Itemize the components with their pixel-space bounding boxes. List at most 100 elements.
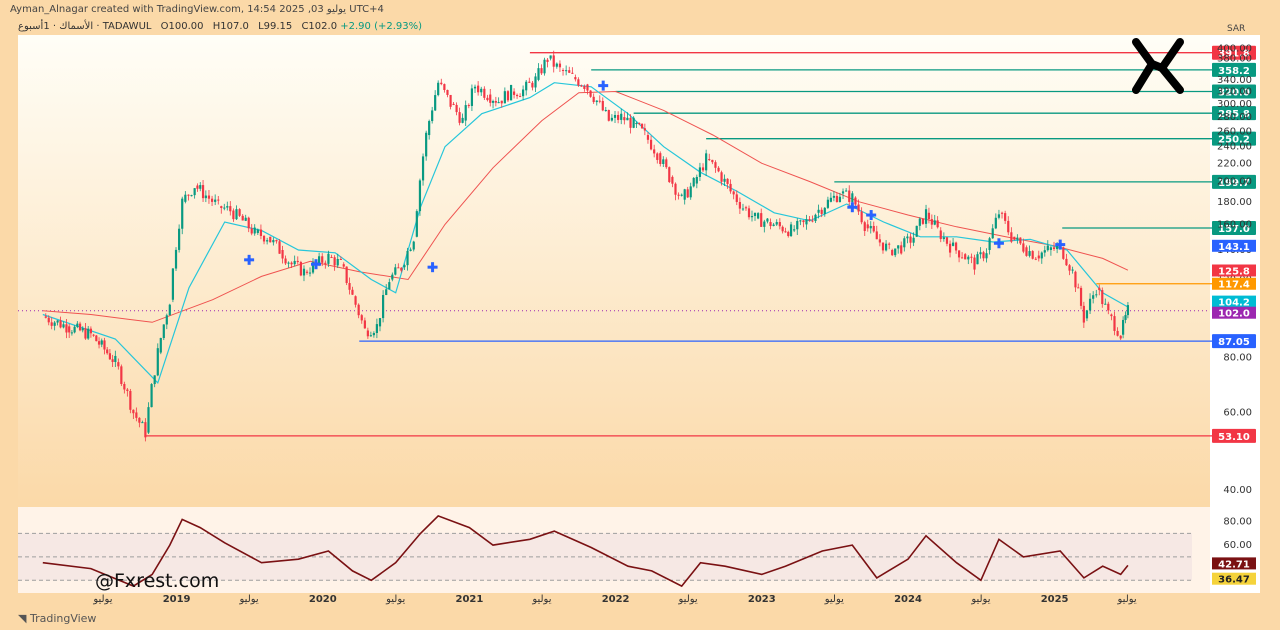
rsi-badge-label: 42.71 bbox=[1218, 559, 1250, 570]
candle-body bbox=[97, 341, 101, 345]
candle-body bbox=[287, 262, 290, 264]
candle-body bbox=[111, 359, 114, 362]
x-tick-label: 2021 bbox=[455, 594, 483, 605]
candle-body bbox=[477, 85, 480, 93]
x-tick-label: يوليو bbox=[1117, 594, 1137, 605]
candle-body bbox=[354, 296, 357, 305]
candle-body bbox=[735, 194, 738, 202]
candle-body bbox=[103, 340, 106, 350]
candle-body bbox=[726, 178, 729, 184]
candle-body bbox=[671, 176, 674, 184]
candle-body bbox=[281, 249, 284, 259]
x-tick-label: 2022 bbox=[602, 594, 630, 605]
x-tick-label: يوليو bbox=[531, 594, 551, 605]
candle-body bbox=[464, 105, 467, 121]
candle-body bbox=[909, 236, 912, 243]
candle-body bbox=[321, 256, 324, 263]
candle-body bbox=[589, 90, 592, 97]
candle-body bbox=[927, 212, 931, 220]
candle-body bbox=[126, 389, 129, 392]
candle-body bbox=[757, 213, 760, 219]
candle-body bbox=[841, 191, 845, 194]
candle-body bbox=[973, 257, 976, 270]
x-tick-label: 2020 bbox=[309, 594, 337, 605]
candle-body bbox=[649, 139, 653, 150]
candle-body bbox=[1040, 252, 1043, 259]
candle-body bbox=[153, 375, 156, 385]
price-chart[interactable]: 391.8358.2320.0285.8250.2199.7157.087.05… bbox=[0, 0, 1280, 630]
candle-body bbox=[165, 315, 168, 325]
y-tick-label: 340.00 bbox=[1217, 75, 1252, 86]
candle-body bbox=[421, 156, 425, 181]
candle-body bbox=[1122, 319, 1125, 335]
candle-body bbox=[342, 264, 345, 267]
candle-body bbox=[138, 417, 141, 423]
candle-body bbox=[512, 91, 516, 95]
candle-body bbox=[409, 249, 412, 251]
candle-body bbox=[680, 194, 683, 196]
cross-marker-stem bbox=[314, 259, 318, 270]
x-tick-label: يوليو bbox=[385, 594, 405, 605]
rsi-tick-label: 60.00 bbox=[1223, 540, 1252, 551]
candle-body bbox=[174, 249, 178, 269]
candle-body bbox=[348, 283, 351, 290]
candle-body bbox=[1010, 232, 1013, 242]
candle-body bbox=[262, 235, 266, 242]
candle-body bbox=[659, 153, 662, 164]
candle-body bbox=[613, 114, 617, 118]
candle-body bbox=[793, 229, 796, 231]
candle-body bbox=[787, 231, 790, 237]
candle-body bbox=[558, 63, 562, 68]
candle-body bbox=[141, 422, 144, 424]
candle-body bbox=[799, 220, 802, 222]
cross-marker-stem bbox=[247, 254, 251, 265]
y-tick-label: 320.00 bbox=[1217, 87, 1252, 98]
candle-body bbox=[357, 304, 360, 316]
candle-body bbox=[229, 206, 232, 212]
candle-body bbox=[114, 355, 117, 362]
candle-body bbox=[156, 348, 159, 376]
candle-body bbox=[823, 207, 826, 214]
candle-body bbox=[1071, 269, 1074, 271]
candle-body bbox=[1104, 303, 1107, 305]
y-tick-label: 280.00 bbox=[1217, 112, 1252, 123]
candle-body bbox=[84, 328, 87, 339]
candle-body bbox=[494, 101, 497, 103]
candle-body bbox=[711, 159, 714, 163]
candle-body bbox=[428, 121, 431, 136]
candle-body bbox=[695, 176, 698, 184]
candle-body bbox=[820, 209, 823, 214]
candle-body bbox=[132, 409, 135, 414]
candle-body bbox=[537, 68, 540, 80]
candle-body bbox=[574, 77, 577, 80]
candle-body bbox=[210, 198, 214, 202]
candle-body bbox=[875, 231, 878, 240]
candle-body bbox=[305, 271, 309, 273]
candle-body bbox=[394, 267, 397, 275]
candle-body bbox=[89, 328, 92, 334]
candle-body bbox=[269, 236, 272, 243]
candle-body bbox=[415, 211, 418, 237]
candle-body bbox=[763, 221, 766, 227]
candle-body bbox=[1016, 237, 1019, 240]
price-badge-label: 125.8 bbox=[1218, 267, 1250, 278]
candle-body bbox=[178, 228, 181, 250]
candle-body bbox=[521, 89, 525, 97]
candle-body bbox=[1098, 287, 1101, 291]
candle-body bbox=[235, 209, 238, 220]
candle-body bbox=[1101, 290, 1104, 305]
candle-body bbox=[957, 250, 961, 258]
candle-body bbox=[860, 211, 863, 223]
candle-body bbox=[951, 242, 955, 246]
candle-body bbox=[985, 253, 988, 259]
candle-body bbox=[598, 100, 601, 102]
candle-body bbox=[906, 236, 909, 239]
candle-body bbox=[717, 167, 720, 172]
candle-body bbox=[674, 183, 677, 195]
candle-body bbox=[646, 135, 650, 140]
candle-body bbox=[247, 217, 250, 229]
tradingview-logo: ◥ TradingView bbox=[18, 612, 96, 625]
candle-body bbox=[518, 96, 522, 98]
candle-body bbox=[635, 122, 638, 125]
candle-body bbox=[449, 94, 452, 107]
